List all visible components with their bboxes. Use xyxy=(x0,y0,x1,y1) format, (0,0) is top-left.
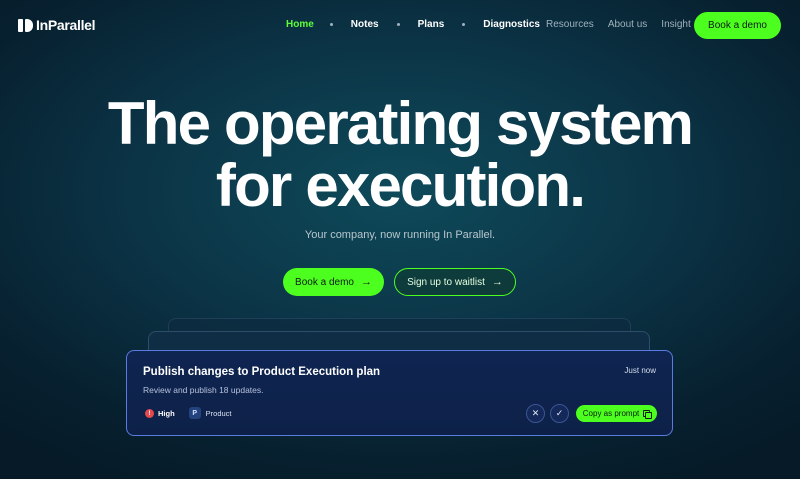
copy-as-prompt-label: Copy as prompt xyxy=(582,409,640,418)
logo-mark-icon xyxy=(18,18,33,32)
top-nav: InParallel Home Notes Plans Diagnostics … xyxy=(0,0,800,50)
nav-separator-dot xyxy=(396,23,400,26)
nav-link-insight[interactable]: Insight xyxy=(661,19,690,30)
secondary-nav: Resources About us Insight xyxy=(546,19,691,30)
arrow-right-icon: → xyxy=(360,275,372,288)
book-demo-button[interactable]: Book a demo → xyxy=(283,268,384,296)
waitlist-label: Sign up to waitlist xyxy=(407,276,485,288)
book-demo-label: Book a demo xyxy=(295,276,354,288)
nav-link-diagnostics[interactable]: Diagnostics xyxy=(483,19,540,30)
nav-link-notes[interactable]: Notes xyxy=(351,19,379,30)
copy-as-prompt-button[interactable]: Copy as prompt xyxy=(576,405,657,422)
close-icon: ✕ xyxy=(531,408,540,418)
approve-button[interactable]: ✓ xyxy=(550,404,569,423)
nav-link-home[interactable]: Home xyxy=(286,19,314,30)
card-title: Publish changes to Product Execution pla… xyxy=(143,366,381,378)
hero-title: The operating system for execution. xyxy=(0,93,800,217)
card-actions: ✕ ✓ Copy as prompt xyxy=(526,404,657,423)
copy-icon xyxy=(643,410,653,419)
priority-label: High xyxy=(158,408,175,418)
brand-logo[interactable]: InParallel xyxy=(18,17,96,33)
card-description: Review and publish 18 updates. xyxy=(143,385,264,395)
notification-card[interactable]: Publish changes to Product Execution pla… xyxy=(126,350,673,436)
product-category-icon: P xyxy=(188,407,201,419)
hero-title-line-1: The operating system xyxy=(107,90,694,157)
nav-link-resources[interactable]: Resources xyxy=(546,19,594,30)
nav-link-plans[interactable]: Plans xyxy=(418,19,445,30)
nav-separator-dot xyxy=(329,23,333,26)
nav-link-about-us[interactable]: About us xyxy=(608,19,647,30)
nav-separator-dot xyxy=(462,23,466,26)
hero-title-line-2: for execution. xyxy=(215,152,586,219)
primary-nav: Home Notes Plans Diagnostics xyxy=(286,19,540,30)
nav-book-demo-button[interactable]: Book a demo xyxy=(694,12,781,39)
card-tags: ! High P Product xyxy=(145,407,232,419)
dismiss-button[interactable]: ✕ xyxy=(526,404,545,423)
category-label: Product xyxy=(205,408,232,418)
hero-subtitle: Your company, now running In Parallel. xyxy=(304,229,496,241)
priority-alert-icon: ! xyxy=(145,408,154,418)
card-timestamp: Just now xyxy=(624,366,656,375)
waitlist-button[interactable]: Sign up to waitlist → xyxy=(394,268,516,296)
arrow-right-icon: → xyxy=(491,275,503,288)
check-icon: ✓ xyxy=(555,408,564,418)
brand-name: InParallel xyxy=(36,17,96,33)
